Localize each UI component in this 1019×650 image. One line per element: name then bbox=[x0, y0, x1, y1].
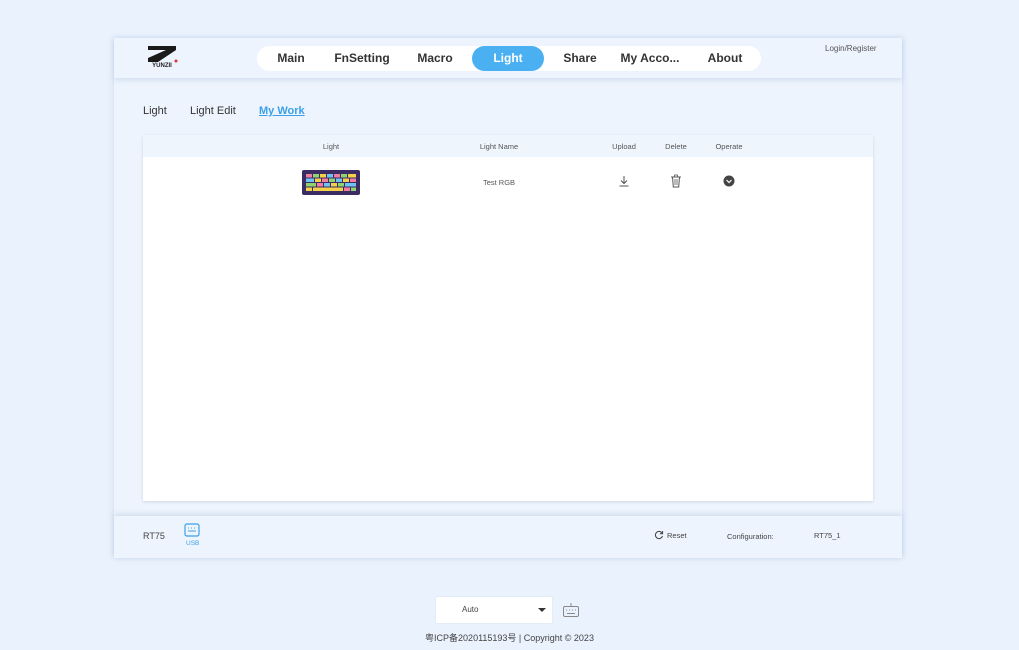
keyboard-icon[interactable] bbox=[562, 602, 580, 618]
column-header-light-name: Light Name bbox=[479, 142, 519, 151]
nav-macro[interactable]: Macro bbox=[407, 46, 463, 71]
copyright-footer: 粤ICP备2020115193号 | Copyright © 2023 bbox=[425, 633, 594, 643]
column-header-delete: Delete bbox=[665, 142, 687, 151]
subtab-light-edit[interactable]: Light Edit bbox=[190, 105, 236, 117]
reset-button[interactable]: Reset bbox=[654, 529, 694, 543]
nav-main[interactable]: Main bbox=[269, 46, 313, 71]
refresh-icon bbox=[654, 530, 664, 540]
login-register-link[interactable]: Login/Register bbox=[825, 44, 877, 53]
subtab-my-work[interactable]: My Work bbox=[259, 105, 305, 117]
download-icon[interactable] bbox=[618, 175, 630, 187]
chevron-down-circle-icon[interactable] bbox=[723, 175, 735, 187]
nav-about[interactable]: About bbox=[697, 46, 753, 71]
table-header: Light Light Name Upload Delete Operate bbox=[143, 135, 873, 157]
device-status-bar: RT75 USB Reset Configuration: RT75_1 bbox=[114, 516, 902, 558]
nav-light[interactable]: Light bbox=[472, 46, 544, 71]
nav-share[interactable]: Share bbox=[554, 46, 606, 71]
logo-mark bbox=[148, 46, 178, 63]
my-work-table: Light Light Name Upload Delete Operate T… bbox=[143, 135, 873, 501]
column-header-upload: Upload bbox=[612, 142, 636, 151]
device-name: RT75 bbox=[143, 531, 165, 541]
main-nav: Main FnSetting Macro Light Share My Acco… bbox=[257, 46, 761, 71]
main-card: YUNZII Main FnSetting Macro Light Share … bbox=[114, 38, 902, 558]
configuration-label: Configuration: bbox=[727, 532, 774, 541]
keyboard-thumbnail bbox=[302, 170, 360, 195]
configuration-value[interactable]: RT75_1 bbox=[814, 531, 841, 540]
column-header-operate: Operate bbox=[715, 142, 743, 151]
light-name-cell: Test RGB bbox=[482, 178, 516, 187]
caret-down-icon bbox=[538, 608, 546, 612]
mode-select-value: Auto bbox=[462, 605, 479, 614]
connection-label: USB bbox=[186, 540, 200, 547]
nav-my-account[interactable]: My Acco... bbox=[614, 46, 686, 71]
logo-text: YUNZII bbox=[152, 63, 172, 69]
usb-keyboard-icon bbox=[184, 523, 200, 537]
subtab-light[interactable]: Light bbox=[143, 105, 167, 117]
trash-icon[interactable] bbox=[670, 174, 682, 188]
column-header-light: Light bbox=[322, 142, 340, 151]
keyboard-thumbnail-image bbox=[304, 172, 358, 193]
reset-label: Reset bbox=[667, 531, 687, 540]
nav-fnsetting[interactable]: FnSetting bbox=[329, 46, 395, 71]
top-nav-bar: YUNZII Main FnSetting Macro Light Share … bbox=[114, 38, 902, 78]
mode-select[interactable]: Auto bbox=[436, 597, 552, 623]
yunzii-logo[interactable]: YUNZII bbox=[146, 44, 178, 72]
